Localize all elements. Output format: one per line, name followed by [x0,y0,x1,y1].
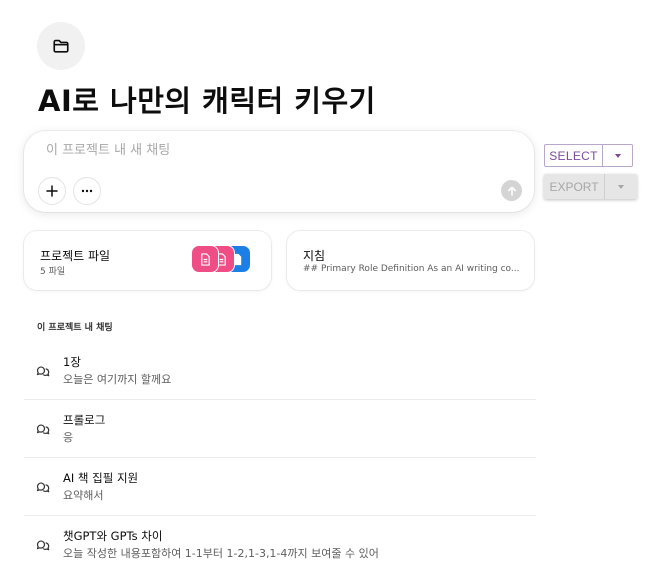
chat-preview: 오늘 작성한 내용포함하여 1-1부터 1-2,1-3,1-4까지 보여줄 수 … [63,547,379,560]
file-tile-pink-front [191,245,219,273]
project-folder-badge[interactable] [37,22,85,70]
project-chats-heading: 이 프로젝트 내 채팅 [37,323,113,333]
chat-title: 챗GPT와 GPTs 차이 [63,529,163,543]
export-label[interactable]: EXPORT [544,174,605,199]
chat-list-item[interactable]: AI 책 집필 지원 요약해서 [24,458,536,516]
chat-preview: 요약해서 [63,489,104,502]
page-title: AI로 나만의 캐릭터 키우기 [38,84,376,118]
arrow-up-icon [507,186,516,196]
chat-list-item[interactable]: 1장 오늘은 여기까지 할께요 [24,342,536,400]
select-label[interactable]: SELECT [545,145,603,166]
instructions-preview: ## Primary Role Definition As an AI writ… [303,264,520,274]
chat-bubbles-icon [36,482,50,493]
chat-bubbles-icon [36,424,50,435]
chat-preview: 응 [63,431,74,444]
project-chat-list: 1장 오늘은 여기까지 할께요 프롤로그 응 AI 책 집필 지원 요약해서 챗… [24,342,536,574]
chat-title: 1장 [63,355,81,369]
chat-list-item[interactable]: 프롤로그 응 [24,400,536,458]
export-caret-icon[interactable] [605,174,637,199]
ellipsis-icon [81,189,93,193]
instructions-title: 지침 [303,249,326,263]
plus-icon [46,185,58,197]
chat-title: 프롤로그 [63,413,106,427]
instructions-card[interactable]: 지침 ## Primary Role Definition As an AI w… [287,231,534,290]
more-options-button[interactable] [73,177,101,205]
chat-bubbles-icon [36,540,50,551]
project-files-card[interactable]: 프로젝트 파일 5 파일 [24,231,271,290]
select-dropdown-button[interactable]: SELECT [544,144,633,167]
chat-bubbles-icon [36,366,50,377]
add-attachment-button[interactable] [38,177,66,205]
chat-title: AI 책 집필 지원 [63,471,139,485]
folder-icon [53,39,69,53]
chat-preview: 오늘은 여기까지 할께요 [63,373,172,386]
send-button[interactable] [501,180,522,201]
select-caret-icon[interactable] [603,145,632,166]
export-dropdown-button[interactable]: EXPORT [544,174,637,199]
chat-list-item[interactable]: 챗GPT와 GPTs 차이 오늘 작성한 내용포함하여 1-1부터 1-2,1-… [24,516,536,574]
document-icon [200,252,210,266]
new-chat-input[interactable] [46,143,506,158]
project-files-count: 5 파일 [40,267,66,277]
file-thumbnails [191,245,255,275]
new-chat-composer [24,131,534,212]
project-files-title: 프로젝트 파일 [40,249,111,263]
